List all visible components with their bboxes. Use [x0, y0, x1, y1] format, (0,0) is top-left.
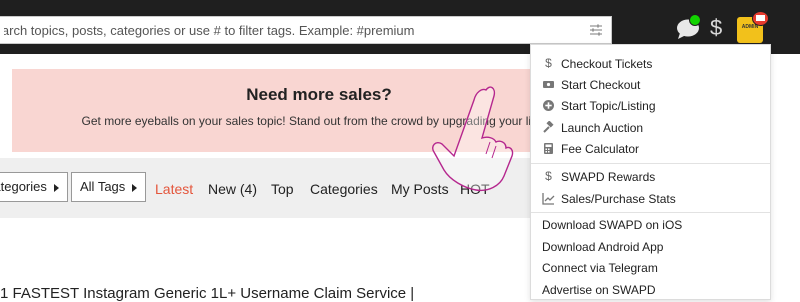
categories-dropdown[interactable]: Categories [0, 172, 68, 202]
chart-line-icon [542, 192, 555, 205]
menu-divider [531, 163, 770, 164]
ticket-icon [542, 78, 555, 91]
menu-item-launch-auction[interactable]: Launch Auction [531, 118, 770, 139]
envelope-icon [756, 15, 765, 21]
dollar-icon: $ [545, 56, 552, 70]
menu-item-label: Checkout Tickets [561, 57, 653, 71]
menu-item-label: Start Topic/Listing [561, 99, 656, 113]
notification-badge-icon [752, 11, 769, 26]
menu-item-checkout-tickets[interactable]: $ Checkout Tickets [531, 54, 770, 75]
menu-item-label: Start Checkout [561, 78, 641, 92]
dollar-icon: $ [545, 169, 552, 183]
menu-item-fee-calculator[interactable]: Fee Calculator [531, 139, 770, 160]
menu-item-label: Fee Calculator [561, 142, 640, 156]
topic-title[interactable]: 1 FASTEST Instagram Generic 1L+ Username… [0, 285, 414, 302]
calculator-icon [542, 142, 555, 155]
menu-divider [531, 212, 770, 213]
menu-item-label: SWAPD Rewards [561, 170, 656, 184]
menu-item-label: Connect via Telegram [542, 261, 658, 275]
menu-item-label: Advertise on SWAPD [542, 283, 656, 297]
menu-item-start-topic[interactable]: Start Topic/Listing [531, 96, 770, 117]
menu-item-label: Download Android App [542, 240, 664, 254]
nav-top[interactable]: Top [271, 181, 294, 197]
menu-item-swapd-rewards[interactable]: $ SWAPD Rewards [531, 167, 770, 188]
categories-dropdown-label: Categories [0, 179, 47, 194]
nav-new[interactable]: New (4) [208, 181, 257, 197]
online-status-dot [689, 14, 701, 26]
search-bar[interactable] [0, 16, 612, 44]
menu-item-label: Launch Auction [561, 121, 644, 135]
menu-item-download-ios-row [531, 215, 770, 236]
menu-item-download-android[interactable]: Download Android App [531, 237, 770, 258]
menu-item-telegram[interactable]: Connect via Telegram [531, 258, 770, 279]
sliders-icon[interactable] [589, 23, 603, 37]
dollar-icon[interactable]: $ [710, 15, 722, 41]
hand-pointer-icon [432, 86, 514, 192]
tags-dropdown-label: All Tags [80, 179, 126, 194]
caret-right-icon [53, 183, 59, 192]
caret-right-icon [132, 183, 138, 192]
plus-circle-icon [542, 99, 555, 112]
user-menu: $ Checkout Tickets Start Checkout Start … [530, 44, 771, 300]
menu-item-advertise[interactable]: Advertise on SWAPD [531, 280, 770, 301]
menu-item-start-checkout[interactable]: Start Checkout [531, 75, 770, 96]
nav-categories[interactable]: Categories [310, 181, 378, 197]
search-input[interactable] [0, 17, 579, 43]
gavel-icon [542, 120, 555, 134]
tags-dropdown[interactable]: All Tags [71, 172, 147, 202]
menu-item-label: Sales/Purchase Stats [561, 192, 676, 206]
nav-latest[interactable]: Latest [155, 181, 193, 197]
menu-item-sales-stats[interactable]: Sales/Purchase Stats [531, 189, 770, 210]
